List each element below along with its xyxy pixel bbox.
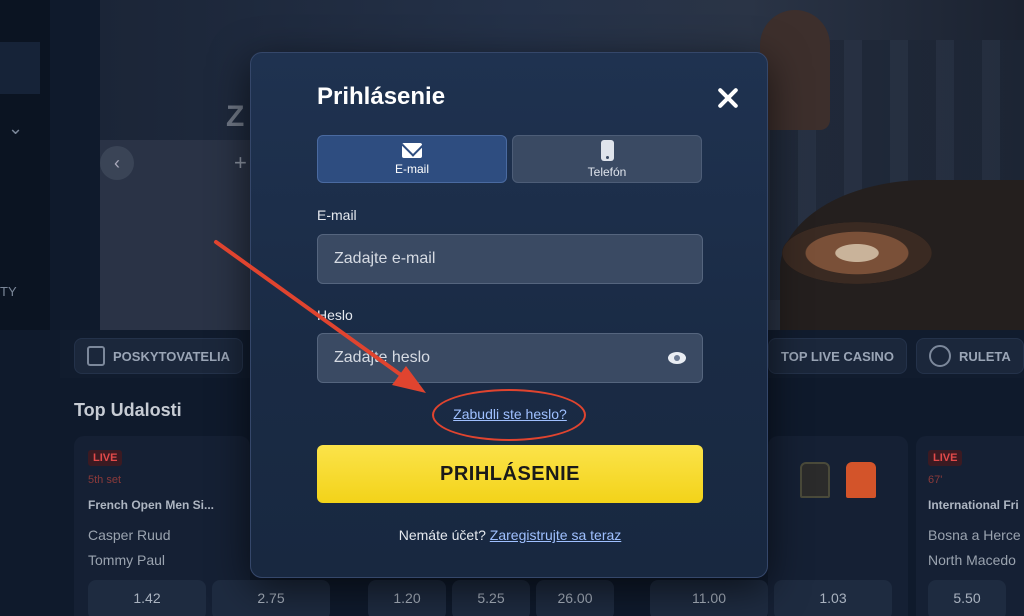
sidebar-label: TY (0, 284, 17, 299)
category-label: RULETA (959, 348, 1011, 364)
chevron-down-icon: ⌄ (8, 118, 24, 138)
category-top-live-casino[interactable]: TOP LIVE CASINO (768, 338, 907, 374)
eye-icon[interactable] (668, 352, 686, 364)
sidebar-block (0, 42, 40, 94)
phone-icon (87, 346, 105, 366)
odd-button[interactable]: 5.25 (452, 580, 530, 616)
forgot-password-row: Zabudli ste heslo? (251, 406, 769, 424)
register-prompt: Nemáte účet? (398, 527, 490, 543)
team-shirt-icon (846, 462, 876, 498)
email-field[interactable] (318, 235, 702, 283)
odd-button[interactable]: 1.03 (774, 580, 892, 616)
tab-email[interactable]: E-mail (317, 135, 507, 183)
banner-title: Z (226, 100, 245, 133)
team-name: Casper Ruud (88, 527, 171, 543)
odd-button[interactable]: 1.20 (368, 580, 446, 616)
tab-label: E-mail (394, 161, 429, 176)
login-button[interactable]: PRIHLÁSENIE (317, 445, 703, 503)
banner-plus: + (234, 150, 247, 175)
tab-label: Telefón (587, 164, 627, 179)
section-title: Top Udalosti (74, 400, 182, 420)
password-field-wrapper (317, 333, 703, 383)
event-name: French Open Men Si... (88, 498, 215, 512)
login-modal: Prihlásenie E-mail Telefón E-mail Heslo … (250, 52, 768, 578)
odd-button[interactable]: 2.75 (212, 580, 330, 616)
email-label: E-mail (317, 207, 357, 223)
password-field[interactable] (318, 334, 702, 382)
category-roulette[interactable]: RULETA (916, 338, 1024, 374)
register-row: Nemáte účet? Zaregistrujte sa teraz (251, 527, 769, 543)
odd-button[interactable]: 11.00 (650, 580, 768, 616)
category-label: POSKYTOVATELIA (113, 348, 231, 364)
team-name: Tommy Paul (88, 552, 166, 568)
odd-button[interactable]: 5.50 (928, 580, 1006, 616)
live-badge: LIVE (88, 450, 123, 466)
category-label: TOP LIVE CASINO (781, 348, 894, 364)
event-period: 67' (928, 474, 943, 486)
modal-title: Prihlásenie (317, 83, 446, 110)
register-link[interactable]: Zaregistrujte sa teraz (490, 527, 622, 543)
category-providers[interactable]: POSKYTOVATELIA (74, 338, 244, 374)
forgot-password-link[interactable]: Zabudli ste heslo? (453, 406, 567, 422)
email-field-wrapper (317, 234, 703, 284)
event-name: International Fri (928, 498, 1019, 512)
odd-button[interactable]: 1.42 (88, 580, 206, 616)
close-icon[interactable] (713, 83, 743, 113)
team-shirt-icon (800, 462, 830, 498)
roulette-icon (929, 345, 951, 367)
live-badge: LIVE (928, 450, 963, 466)
phone-icon (600, 139, 614, 161)
banner-person-image (760, 10, 830, 130)
tab-phone[interactable]: Telefón (512, 135, 702, 183)
password-label: Heslo (317, 307, 353, 323)
banner-prev-button[interactable]: ‹ (100, 146, 134, 180)
roulette-wheel-image (782, 222, 932, 284)
mail-icon (402, 142, 422, 158)
odd-button[interactable]: 26.00 (536, 580, 614, 616)
event-period: 5th set (88, 474, 122, 486)
team-name: North Macedo (928, 552, 1016, 568)
team-name: Bosna a Herce (928, 527, 1021, 543)
